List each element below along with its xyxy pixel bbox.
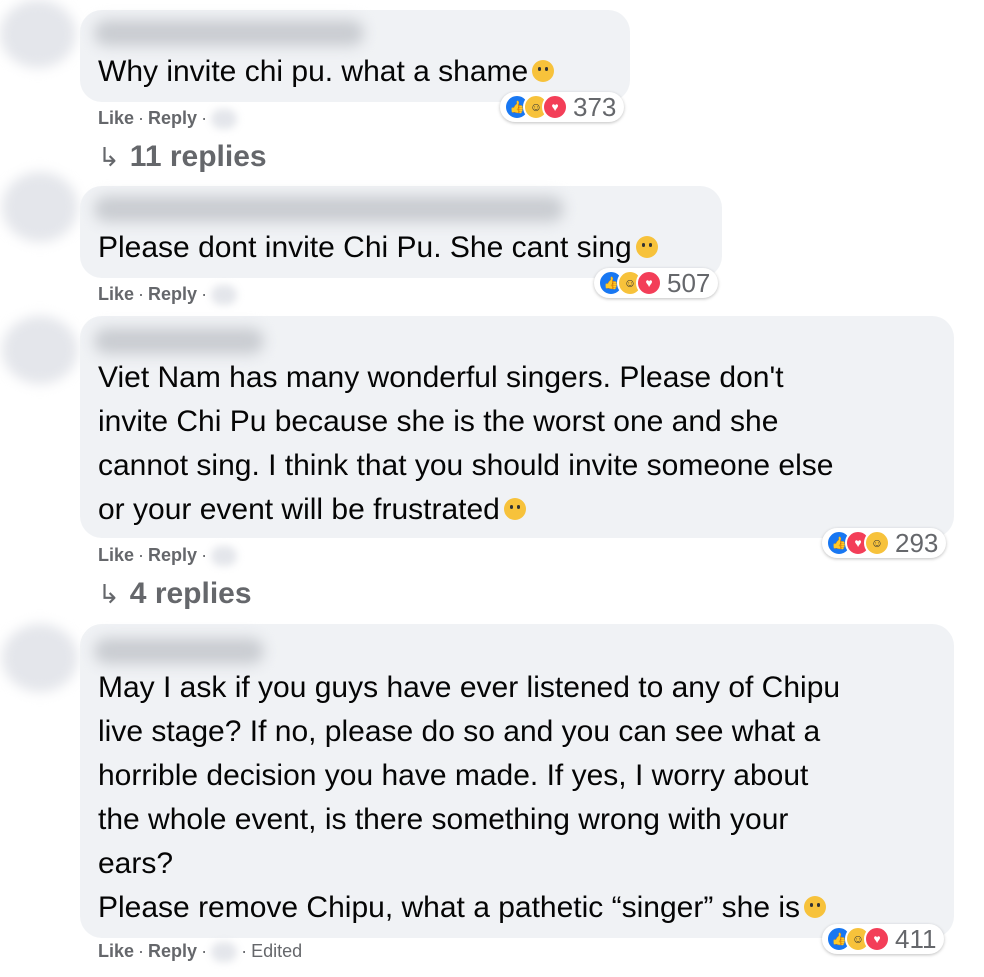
slight-smile-icon — [804, 896, 827, 919]
view-replies-link[interactable]: ↳ 4 replies — [98, 577, 252, 611]
author-name-redacted[interactable] — [94, 328, 264, 354]
reply-arrow-icon: ↳ — [98, 142, 120, 172]
love-icon: ♥ — [542, 94, 568, 120]
comment-bubble: Why invite chi pu. what a shame — [80, 10, 630, 102]
reaction-count: 411 — [895, 923, 937, 954]
comment-bubble: May I ask if you guys have ever listened… — [80, 624, 954, 938]
comment-text: or your event will be frustrated — [98, 488, 526, 532]
reaction-summary[interactable]: 👍 ♥ ☺ 293 — [822, 527, 947, 558]
avatar[interactable] — [0, 0, 76, 68]
comment-text: invite Chi Pu because she is the worst o… — [98, 405, 779, 438]
reaction-count: 507 — [667, 267, 711, 298]
like-button[interactable]: Like — [98, 545, 134, 565]
timestamp-redacted[interactable] — [211, 546, 238, 567]
timestamp-redacted[interactable] — [211, 942, 238, 963]
author-name-redacted[interactable] — [94, 20, 364, 46]
comment-actions: Like · Reply · — [98, 284, 238, 306]
reply-button[interactable]: Reply — [148, 545, 197, 565]
author-name-redacted[interactable] — [94, 196, 564, 222]
avatar[interactable] — [2, 316, 78, 384]
like-button[interactable]: Like — [98, 941, 134, 961]
like-button[interactable]: Like — [98, 284, 134, 304]
love-icon: ♥ — [636, 270, 662, 296]
comment-bubble: Viet Nam has many wonderful singers. Ple… — [80, 316, 954, 538]
timestamp-redacted[interactable] — [211, 285, 238, 306]
reply-button[interactable]: Reply — [148, 941, 197, 961]
reply-arrow-icon: ↳ — [98, 579, 120, 609]
edited-label: Edited — [251, 941, 303, 961]
avatar[interactable] — [2, 172, 78, 242]
tired-face-icon — [635, 236, 658, 259]
sad-face-icon — [532, 60, 555, 83]
comment-text: Why invite chi pu. what a shame — [98, 50, 555, 94]
comment-text: ears? — [98, 847, 174, 880]
reaction-summary[interactable]: 👍 ☺ ♥ 373 — [500, 91, 625, 122]
comment-actions: Like · Reply · — [98, 108, 238, 130]
comment-text: Viet Nam has many wonderful singers. Ple… — [98, 361, 784, 394]
reply-button[interactable]: Reply — [148, 284, 197, 304]
comment-text: the whole event, is there something wron… — [98, 803, 789, 836]
comment-actions: Like · Reply · — [98, 545, 238, 567]
reaction-count: 373 — [573, 91, 617, 122]
comment-text: Please remove Chipu, what a pathetic “si… — [98, 886, 827, 930]
reaction-summary[interactable]: 👍 ☺ ♥ 411 — [822, 923, 945, 954]
comment-text: cannot sing. I think that you should inv… — [98, 449, 834, 482]
comment-text: Please dont invite Chi Pu. She cant sing — [98, 226, 658, 270]
view-replies-link[interactable]: ↳ 11 replies — [98, 140, 267, 174]
haha-icon: ☺ — [864, 530, 890, 556]
timestamp-redacted[interactable] — [211, 109, 238, 130]
comment-actions: Like · Reply · · Edited — [98, 941, 303, 963]
comment-text: live stage? If no, please do so and you … — [98, 715, 821, 748]
like-button[interactable]: Like — [98, 108, 134, 128]
comment-text: horrible decision you have made. If yes,… — [98, 759, 809, 792]
author-name-redacted[interactable] — [94, 638, 264, 664]
disappointed-face-icon — [503, 498, 526, 521]
reaction-summary[interactable]: 👍 ☺ ♥ 507 — [594, 267, 719, 298]
reaction-count: 293 — [895, 527, 939, 558]
reply-button[interactable]: Reply — [148, 108, 197, 128]
love-icon: ♥ — [864, 926, 890, 952]
comment-bubble: Please dont invite Chi Pu. She cant sing — [80, 186, 722, 278]
comment-text: May I ask if you guys have ever listened… — [98, 671, 841, 704]
avatar[interactable] — [2, 624, 78, 692]
